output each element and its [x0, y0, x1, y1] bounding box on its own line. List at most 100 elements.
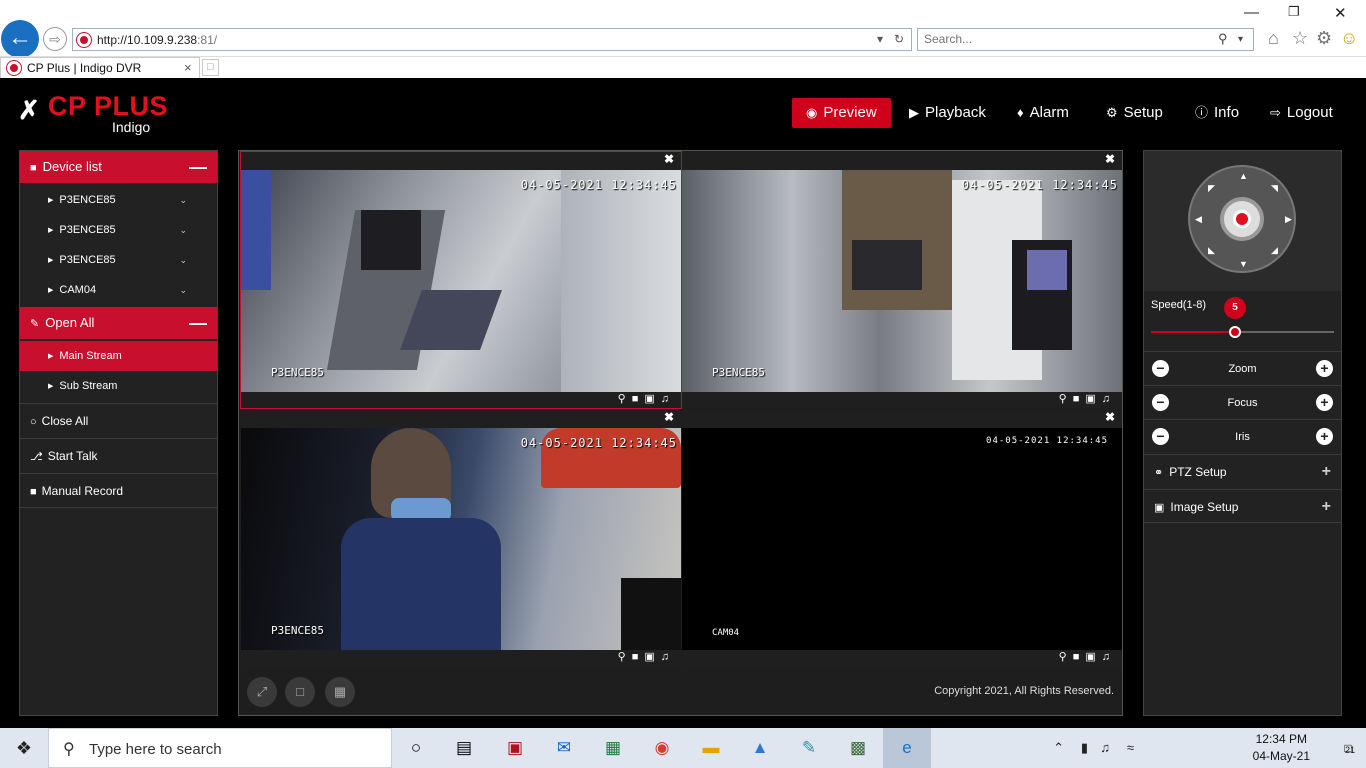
back-arrow-icon[interactable]: ← [1, 20, 39, 58]
audio-icon[interactable]: ♫ [661, 393, 675, 405]
video-feed[interactable]: 04-05-2021 12:34:45 P3ENCE85 [682, 170, 1122, 392]
close-cell-icon[interactable]: ✖ [1105, 410, 1115, 424]
sub-stream-item[interactable]: ▶ Sub Stream [20, 371, 217, 401]
browser-search-box[interactable]: ⚲ ▾ [917, 28, 1254, 51]
video-feed[interactable]: 04-05-2021 12:34:45 P3ENCE85 [241, 170, 681, 392]
zoom-icon[interactable]: ⚲ [618, 651, 632, 663]
taskbar-search[interactable]: ⚲ Type here to search [48, 728, 392, 768]
camera-cell[interactable]: ✖ 04-05-2021 12:34:45 P3ENCE85 ⚲■▣♫ [682, 152, 1122, 408]
restore-icon[interactable]: ❐ [1288, 4, 1300, 20]
audio-icon[interactable]: ♫ [1102, 393, 1116, 405]
search-input[interactable] [924, 32, 1204, 46]
zoom-icon[interactable]: ⚲ [618, 393, 632, 405]
chevron-down-icon[interactable]: ⌄ [179, 275, 187, 305]
collapse-icon[interactable]: — [189, 307, 207, 339]
zoom-in-icon[interactable]: + [1316, 360, 1333, 377]
zoom-out-icon[interactable]: − [1152, 360, 1169, 377]
internet-explorer-icon[interactable]: e [883, 728, 931, 768]
windows-start-icon[interactable]: ❖ [0, 728, 48, 768]
record-icon[interactable]: ■ [632, 393, 645, 405]
app-tally-icon[interactable]: ▣ [491, 728, 539, 768]
home-icon[interactable]: ⌂ [1268, 28, 1279, 49]
snapshot-icon[interactable]: ▣ [1085, 651, 1101, 663]
ptz-direction-ring[interactable]: ▲ ▼ ◀ ▶ ◤ ◥ ◣ ◢ [1188, 165, 1296, 273]
gear-icon[interactable]: ⚙ [1316, 28, 1332, 49]
close-cell-icon[interactable]: ✖ [664, 152, 674, 166]
nav-preview[interactable]: ◉ Preview [792, 98, 891, 128]
ptz-down-icon[interactable]: ▼ [1239, 259, 1248, 269]
record-icon[interactable]: ■ [632, 651, 645, 663]
iris-plus-icon[interactable]: + [1316, 428, 1333, 445]
open-all-header[interactable]: ✎ Open All — [20, 307, 217, 339]
wifi-icon[interactable]: ≈ [1127, 728, 1134, 768]
tab-cp-plus[interactable]: CP Plus | Indigo DVR × [0, 57, 200, 79]
zoom-icon[interactable]: ⚲ [1059, 393, 1073, 405]
focus-plus-icon[interactable]: + [1316, 394, 1333, 411]
record-icon[interactable]: ■ [1073, 651, 1086, 663]
outlook-icon[interactable]: ✉ [540, 728, 588, 768]
file-explorer-icon[interactable]: ▬ [687, 728, 735, 768]
smiley-icon[interactable]: ☺ [1340, 28, 1358, 49]
close-all-button[interactable]: ○ Close All [20, 403, 217, 438]
refresh-icon[interactable]: ↻ [894, 32, 904, 46]
camera-cell[interactable]: ✖ 04-05-2021 12:34:45 CAM04 ⚲■▣♫ [682, 410, 1122, 666]
audio-icon[interactable]: ♫ [661, 651, 675, 663]
record-icon[interactable]: ■ [1073, 393, 1086, 405]
speed-slider-thumb[interactable] [1229, 326, 1241, 338]
volume-icon[interactable]: ♫ [1100, 728, 1110, 768]
notification-center-icon[interactable]: □ 21 [1336, 736, 1360, 760]
close-cell-icon[interactable]: ✖ [664, 410, 674, 424]
app-screen-icon[interactable]: ▩ [834, 728, 882, 768]
ptz-center-button[interactable] [1220, 197, 1264, 241]
main-stream-item[interactable]: ▶ Main Stream [20, 341, 217, 371]
battery-icon[interactable]: ▮ [1081, 728, 1088, 768]
close-cell-icon[interactable]: ✖ [1105, 152, 1115, 166]
ptz-up-right-icon[interactable]: ◥ [1271, 183, 1278, 194]
snapshot-icon[interactable]: ▣ [1085, 393, 1101, 405]
task-view-icon[interactable]: ▤ [440, 728, 488, 768]
device-item[interactable]: ▶ P3ENCE85 ⌄ [20, 185, 217, 215]
device-item[interactable]: ▶ CAM04 ⌄ [20, 275, 217, 305]
address-bar[interactable]: http://10.109.9.238:81/ ▾ ↻ [72, 28, 912, 51]
device-list-header[interactable]: ■ Device list — [20, 151, 217, 183]
snapshot-icon[interactable]: ▣ [644, 393, 660, 405]
camera-cell[interactable]: ✖ 04-05-2021 12:34:45 P3ENCE85 ⚲■▣♫ [240, 151, 682, 409]
ptz-setup-row[interactable]: ⚭ PTZ Setup + [1144, 454, 1341, 488]
forward-arrow-icon[interactable]: ⇨ [43, 27, 67, 51]
chevron-down-icon[interactable]: ⌄ [179, 185, 187, 215]
chrome-icon[interactable]: ◉ [638, 728, 686, 768]
search-dropdown-icon[interactable]: ▾ [1238, 34, 1243, 45]
nav-logout[interactable]: ⇨ Logout [1270, 98, 1333, 128]
nav-alarm[interactable]: ♦ Alarm [1017, 98, 1069, 128]
app-notes-icon[interactable]: ✎ [785, 728, 833, 768]
photos-icon[interactable]: ▲ [736, 728, 784, 768]
speed-slider[interactable] [1151, 326, 1334, 338]
snapshot-icon[interactable]: ▣ [644, 651, 660, 663]
minimize-icon[interactable]: — [1244, 4, 1259, 21]
video-feed[interactable]: 04-05-2021 12:34:45 P3ENCE85 [241, 428, 681, 650]
single-view-icon[interactable]: □ [285, 677, 315, 707]
dropdown-arrow-icon[interactable]: ▾ [877, 32, 883, 46]
iris-minus-icon[interactable]: − [1152, 428, 1169, 445]
tray-chevron-icon[interactable]: ⌃ [1053, 728, 1064, 768]
nav-info[interactable]: ⓘ Info [1195, 98, 1239, 128]
nav-playback[interactable]: ▶ Playback [909, 98, 986, 128]
ptz-up-icon[interactable]: ▲ [1239, 171, 1248, 181]
device-item[interactable]: ▶ P3ENCE85 ⌄ [20, 215, 217, 245]
zoom-icon[interactable]: ⚲ [1059, 651, 1073, 663]
new-tab-icon[interactable]: □ [202, 59, 219, 76]
fullscreen-icon[interactable]: ⤢ [247, 677, 277, 707]
cortana-icon[interactable]: ○ [392, 728, 440, 768]
audio-icon[interactable]: ♫ [1102, 651, 1116, 663]
ptz-left-icon[interactable]: ◀ [1195, 214, 1202, 225]
search-icon[interactable]: ⚲ [1218, 31, 1228, 47]
video-feed[interactable]: 04-05-2021 12:34:45 CAM04 [682, 428, 1122, 650]
ptz-right-icon[interactable]: ▶ [1285, 214, 1292, 225]
quad-view-icon[interactable]: ▦ [325, 677, 355, 707]
chevron-down-icon[interactable]: ⌄ [179, 245, 187, 275]
expand-plus-icon[interactable]: + [1322, 490, 1331, 524]
expand-plus-icon[interactable]: + [1322, 455, 1331, 489]
device-item[interactable]: ▶ P3ENCE85 ⌄ [20, 245, 217, 275]
excel-icon[interactable]: ▦ [589, 728, 637, 768]
system-clock[interactable]: 12:34 PM 04-May-21 [1253, 731, 1310, 765]
